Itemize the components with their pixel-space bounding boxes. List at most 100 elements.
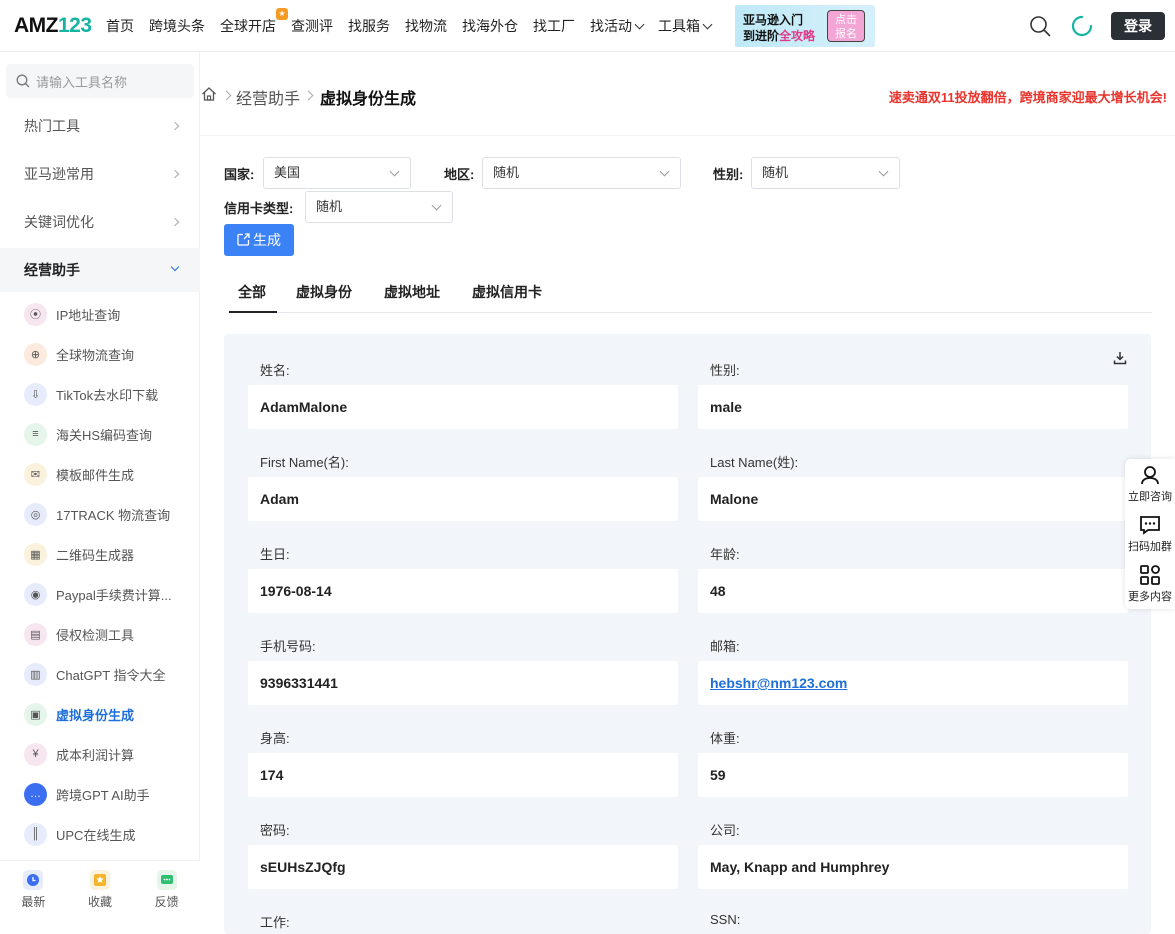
barcode-icon: ║ bbox=[24, 822, 47, 846]
page-title: 虚拟身份生成 bbox=[320, 91, 417, 108]
sidebar-tool-label: 跨境GPT AI助手 bbox=[56, 787, 150, 803]
download-icon: ⇩ bbox=[24, 382, 47, 406]
sidebar-tool-item[interactable]: ⦿ IP地址查询 bbox=[0, 294, 200, 334]
message-icon bbox=[156, 869, 177, 890]
site-logo[interactable]: AMZ123 bbox=[14, 14, 92, 38]
coins-icon: ◉ bbox=[24, 582, 47, 606]
sidebar-tool-label: 二维码生成器 bbox=[56, 547, 135, 563]
sidebar-category[interactable]: 关键词优化 bbox=[0, 200, 200, 244]
search-placeholder: 请输入工具名称 bbox=[36, 74, 128, 90]
top-navbar: AMZ123 首页 跨境头条 全球开店 ★ 查测评 找服务 找物流 找海外仓 找工厂 找活动 工具箱… bbox=[0, 0, 1175, 52]
chat-icon bbox=[1140, 516, 1160, 535]
active-tab-indicator bbox=[229, 311, 277, 313]
track-icon: ◎ bbox=[24, 502, 47, 526]
nav-item[interactable]: 找服务 bbox=[348, 16, 390, 36]
result-tabs: 全部 虚拟身份 虚拟地址 虚拟信用卡 bbox=[228, 276, 1152, 313]
search-icon[interactable] bbox=[1029, 15, 1051, 37]
sidebar-category[interactable]: 热门工具 bbox=[0, 104, 200, 148]
sidebar-tool-item[interactable]: ⇩ TikTok去水印下载 bbox=[0, 374, 200, 414]
gender-label: 性别: bbox=[713, 167, 744, 182]
logo-text: AMZ bbox=[14, 14, 59, 37]
nav-item[interactable]: 找工厂 bbox=[533, 16, 575, 36]
nav-item[interactable]: 首页 bbox=[106, 16, 134, 36]
nav-item[interactable]: 工具箱 bbox=[658, 16, 713, 36]
card-type-select[interactable]: 随机 bbox=[305, 191, 453, 223]
field-label: 手机号码: bbox=[260, 639, 316, 654]
qrcode-icon: ▦ bbox=[24, 542, 47, 566]
breadcrumb-parent[interactable]: 经营助手 bbox=[236, 85, 300, 109]
tab-all[interactable]: 全部 bbox=[238, 282, 266, 302]
sidebar-tool-item[interactable]: ║ UPC在线生成 bbox=[0, 814, 200, 854]
location-pin-icon: ⦿ bbox=[24, 302, 47, 326]
favorites-button[interactable]: 收藏 bbox=[67, 861, 134, 918]
chevron-down-icon bbox=[431, 200, 442, 211]
breadcrumb: 经营助手 虚拟身份生成 速卖通双11投放翻倍，跨境商家迎最大增长机会! bbox=[200, 52, 1175, 136]
sidebar-tool-label: 全球物流查询 bbox=[56, 347, 135, 363]
nav-item[interactable]: 查测评 bbox=[291, 16, 333, 36]
sidebar-tool-item[interactable]: ⊕ 全球物流查询 bbox=[0, 334, 200, 374]
promo-text-link[interactable]: 速卖通双11投放翻倍，跨境商家迎最大增长机会! bbox=[889, 87, 1167, 106]
country-label: 国家: bbox=[224, 167, 255, 182]
field-label: 工作: bbox=[260, 915, 290, 930]
scan-join-group-button[interactable]: 扫码加群 bbox=[1125, 509, 1175, 559]
sidebar-tool-item[interactable]: ◎ 17TRACK 物流查询 bbox=[0, 494, 200, 534]
region-select[interactable]: 随机 bbox=[482, 157, 681, 189]
banner-line2: 到进阶全攻略 bbox=[743, 29, 816, 43]
nav-item[interactable]: 找海外仓 bbox=[462, 16, 518, 36]
field-value[interactable]: hebshr@nm123.com bbox=[698, 661, 1128, 705]
sidebar-category[interactable]: 亚马逊常用 bbox=[0, 152, 200, 196]
field-value: AdamMalone bbox=[248, 385, 678, 429]
headset-icon bbox=[1141, 466, 1159, 485]
nav-item[interactable]: 找活动 bbox=[590, 16, 645, 36]
sidebar-tool-item[interactable]: ▥ ChatGPT 指令大全 bbox=[0, 654, 200, 694]
sidebar-tool-item[interactable]: ✉ 模板邮件生成 bbox=[0, 454, 200, 494]
field-label: 年龄: bbox=[710, 547, 740, 562]
identity-panel: 姓名: AdamMalone 性别: male First Name(名): Adam La… bbox=[224, 334, 1151, 934]
gender-select[interactable]: 随机 bbox=[751, 157, 900, 189]
sidebar-tool-label: IP地址查询 bbox=[56, 307, 121, 323]
sidebar-category[interactable]: 经营助手 bbox=[0, 248, 200, 292]
sidebar: 请输入工具名称 热门工具 亚马逊常用 关键词优化 经营助手 ⦿ IP地址查询 ⊕ 全球物流查… bbox=[0, 52, 200, 918]
feedback-button[interactable]: 反馈 bbox=[133, 861, 200, 918]
floating-toolbar: 立即咨询 扫码加群 更多内容 bbox=[1125, 459, 1175, 609]
banner-signup-button[interactable]: 点击 报名 bbox=[827, 10, 865, 42]
tab-virtual-address[interactable]: 虚拟地址 bbox=[384, 282, 440, 302]
globe-icon: ⊕ bbox=[24, 342, 47, 366]
chevron-right-icon bbox=[170, 169, 180, 179]
latest-button[interactable]: 最新 bbox=[0, 861, 67, 918]
download-icon[interactable] bbox=[1113, 351, 1127, 365]
field-value: 174 bbox=[248, 753, 678, 797]
nav-item[interactable]: 跨境头条 bbox=[149, 16, 205, 36]
field-label: 生日: bbox=[260, 547, 290, 562]
generate-button[interactable]: 生成 bbox=[224, 224, 294, 256]
loading-icon[interactable] bbox=[1071, 15, 1093, 37]
breadcrumb-separator bbox=[221, 90, 232, 101]
sidebar-tool-label: 侵权检测工具 bbox=[56, 627, 135, 643]
sidebar-tool-item[interactable]: ≡ 海关HS编码查询 bbox=[0, 414, 200, 454]
chevron-right-icon bbox=[170, 121, 180, 131]
login-button[interactable]: 登录 bbox=[1111, 12, 1165, 40]
sidebar-tool-item[interactable]: ▦ 二维码生成器 bbox=[0, 534, 200, 574]
home-icon[interactable] bbox=[201, 86, 217, 102]
more-content-button[interactable]: 更多内容 bbox=[1125, 559, 1175, 609]
sidebar-tool-label: 虚拟身份生成 bbox=[56, 707, 135, 723]
clock-icon bbox=[23, 869, 44, 890]
field-label: SSN: bbox=[710, 912, 741, 927]
sidebar-tool-label: 成本利润计算 bbox=[56, 747, 135, 763]
nav-item[interactable]: 全球开店 ★ bbox=[220, 8, 288, 36]
list-search-icon: ≡ bbox=[24, 422, 47, 446]
tab-virtual-identity[interactable]: 虚拟身份 bbox=[296, 282, 352, 302]
nav-item[interactable]: 找物流 bbox=[405, 16, 447, 36]
field-label: 姓名: bbox=[260, 363, 290, 378]
sidebar-tool-item[interactable]: … 跨境GPT AI助手 bbox=[0, 774, 200, 814]
sidebar-tool-item[interactable]: ▣ 虚拟身份生成 bbox=[0, 694, 200, 734]
promo-banner[interactable]: 亚马逊入门 到进阶全攻略 点击 报名 bbox=[735, 5, 875, 47]
country-select[interactable]: 美国 bbox=[263, 157, 411, 189]
sidebar-tool-item[interactable]: ▤ 侵权检测工具 bbox=[0, 614, 200, 654]
sidebar-tool-item[interactable]: ¥ 成本利润计算 bbox=[0, 734, 200, 774]
sidebar-tool-item[interactable]: ◉ Paypal手续费计算... bbox=[0, 574, 200, 614]
consult-button[interactable]: 立即咨询 bbox=[1125, 459, 1175, 509]
tool-search-input[interactable]: 请输入工具名称 bbox=[6, 64, 194, 98]
tab-virtual-card[interactable]: 虚拟信用卡 bbox=[472, 282, 542, 302]
field-value: male bbox=[698, 385, 1128, 429]
